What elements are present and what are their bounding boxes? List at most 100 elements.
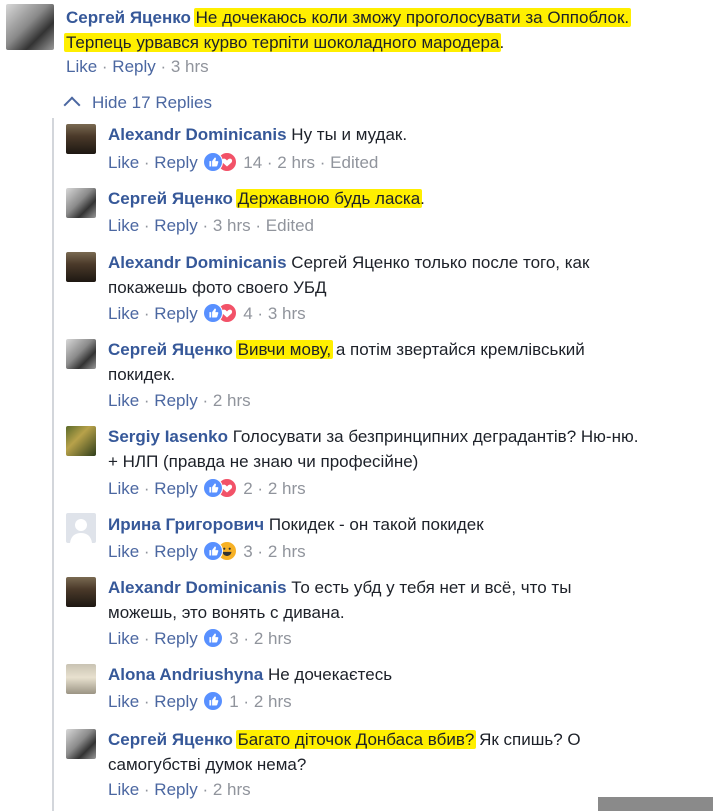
like-link[interactable]: Like xyxy=(108,153,139,172)
highlighted-text: Державною будь ласка xyxy=(235,189,423,208)
reply-link[interactable]: Reply xyxy=(112,57,155,76)
reply-link[interactable]: Reply xyxy=(154,629,197,648)
reaction-count[interactable]: 3 xyxy=(229,629,238,648)
comment-author[interactable]: Ирина Григорович xyxy=(108,515,264,534)
comment-text: + НЛП (правда не знаю чи професійне) xyxy=(108,452,419,471)
like-reaction-icon xyxy=(202,691,223,711)
comment-actions: Like · Reply 3 · 2 hrs xyxy=(108,628,292,648)
avatar[interactable] xyxy=(66,513,96,543)
reply-link[interactable]: Reply xyxy=(154,304,197,323)
comment-text: Ну ты и мудак. xyxy=(291,125,408,144)
timestamp[interactable]: 3 hrs xyxy=(268,304,306,323)
like-link[interactable]: Like xyxy=(108,629,139,648)
avatar[interactable] xyxy=(66,426,96,456)
reactions[interactable] xyxy=(202,152,239,172)
timestamp[interactable]: 2 hrs xyxy=(277,153,315,172)
comment-actions: Like · Reply 2 · 2 hrs xyxy=(108,478,306,498)
highlighted-text: Терпець урвався курво терпіти шоколадног… xyxy=(64,33,502,52)
comment-author[interactable]: Сергей Яценко xyxy=(108,189,233,208)
timestamp[interactable]: 2 hrs xyxy=(254,629,292,648)
comment-actions: Like · Reply 1 · 2 hrs xyxy=(108,691,292,711)
comment-actions: Like · Reply · 3 hrs · Edited xyxy=(108,216,314,235)
reaction-count[interactable]: 2 xyxy=(243,479,252,498)
reply-link[interactable]: Reply xyxy=(154,692,197,711)
comment-actions: Like · Reply 4 · 3 hrs xyxy=(108,303,306,323)
comment-actions: Like · Reply · 2 hrs xyxy=(108,391,251,410)
comment-actions: Like · Reply 14 · 2 hrs · Edited xyxy=(108,152,379,172)
comment-text: самогубстві думок нема? xyxy=(108,755,307,774)
comment-actions: Like · Reply 3 · 2 hrs xyxy=(108,541,306,561)
comment-author[interactable]: Сергей Яценко xyxy=(108,730,233,749)
like-link[interactable]: Like xyxy=(66,57,97,76)
like-link[interactable]: Like xyxy=(108,780,139,799)
reactions[interactable] xyxy=(202,628,225,648)
like-link[interactable]: Like xyxy=(108,479,139,498)
comment-author[interactable]: Сергей Яценко xyxy=(66,8,191,27)
avatar[interactable] xyxy=(66,124,96,154)
timestamp[interactable]: 3 hrs xyxy=(171,57,209,76)
avatar[interactable] xyxy=(66,577,96,607)
comment-text: покажешь фото своего УБД xyxy=(108,278,327,297)
reactions[interactable] xyxy=(202,303,239,323)
comment-text: Голосувати за безпринципних деградантів?… xyxy=(232,427,639,446)
avatar[interactable] xyxy=(66,729,96,759)
reaction-count[interactable]: 1 xyxy=(229,692,238,711)
edited-label[interactable]: Edited xyxy=(266,216,314,235)
reply-link[interactable]: Reply xyxy=(154,542,197,561)
comment-body: Сергей Яценко Вивчи мову, а потім зверта… xyxy=(108,340,585,384)
avatar[interactable] xyxy=(66,339,96,369)
comment-text: Покидек - он такой покидек xyxy=(268,515,484,534)
avatar[interactable] xyxy=(66,664,96,694)
default-avatar-icon xyxy=(70,519,92,543)
comment-author[interactable]: Alexandr Dominicanis xyxy=(108,578,287,597)
timestamp[interactable]: 2 hrs xyxy=(254,692,292,711)
comment-body: Сергей Яценко Багато діточок Донбаса вби… xyxy=(108,730,581,774)
timestamp[interactable]: 3 hrs xyxy=(213,216,251,235)
comment-text: Сергей Яценко только после того, как xyxy=(291,253,590,272)
comment-body: Сергей Яценко Не дочекаюсь коли зможу пр… xyxy=(64,8,632,52)
like-link[interactable]: Like xyxy=(108,391,139,410)
like-reaction-icon xyxy=(202,628,223,648)
like-link[interactable]: Like xyxy=(108,692,139,711)
comment-body: Ирина Григорович Покидек - он такой поки… xyxy=(108,512,708,537)
avatar[interactable] xyxy=(66,188,96,218)
reply-link[interactable]: Reply xyxy=(154,479,197,498)
avatar[interactable] xyxy=(66,252,96,282)
timestamp[interactable]: 2 hrs xyxy=(213,780,251,799)
corner-overlay xyxy=(598,797,713,811)
comment-author[interactable]: Sergiy Iasenko xyxy=(108,427,228,446)
reply-link[interactable]: Reply xyxy=(154,780,197,799)
comment-text: Не дочекаєтесь xyxy=(267,665,393,684)
reply-link[interactable]: Reply xyxy=(154,216,197,235)
reaction-count[interactable]: 3 xyxy=(243,542,252,561)
timestamp[interactable]: 2 hrs xyxy=(268,542,306,561)
timestamp[interactable]: 2 hrs xyxy=(213,391,251,410)
edited-label[interactable]: Edited xyxy=(330,153,378,172)
reply-link[interactable]: Reply xyxy=(154,153,197,172)
highlighted-text: Вивчи мову, xyxy=(235,340,334,359)
highlighted-text: Не дочекаюсь коли зможу проголосувати за… xyxy=(193,8,632,27)
like-reaction-icon xyxy=(202,152,223,172)
comment-author[interactable]: Сергей Яценко xyxy=(108,340,233,359)
reactions[interactable] xyxy=(202,478,239,498)
comment-author[interactable]: Alona Andriushyna xyxy=(108,665,263,684)
reactions[interactable] xyxy=(202,691,225,711)
timestamp[interactable]: 2 hrs xyxy=(268,479,306,498)
reaction-count[interactable]: 14 xyxy=(243,153,262,172)
comment-author[interactable]: Alexandr Dominicanis xyxy=(108,125,287,144)
comment-body: Сергей Яценко Державною будь ласка. xyxy=(108,189,425,208)
highlighted-text: Багато діточок Донбаса вбив? xyxy=(235,730,477,749)
like-link[interactable]: Like xyxy=(108,304,139,323)
comment-body: Alexandr Dominicanis Ну ты и мудак. xyxy=(108,122,708,147)
reactions[interactable] xyxy=(202,541,239,561)
like-link[interactable]: Like xyxy=(108,542,139,561)
hide-replies-button[interactable]: Hide 17 Replies xyxy=(63,92,212,114)
comment-text: То есть убд у тебя нет и всё, что ты xyxy=(291,578,572,597)
reaction-count[interactable]: 4 xyxy=(243,304,252,323)
comment-body: Alona Andriushyna Не дочекаєтесь xyxy=(108,662,708,687)
avatar[interactable] xyxy=(6,4,54,50)
like-link[interactable]: Like xyxy=(108,216,139,235)
reply-link[interactable]: Reply xyxy=(154,391,197,410)
comment-text: можешь, это вонять с дивана. xyxy=(108,603,345,622)
comment-author[interactable]: Alexandr Dominicanis xyxy=(108,253,287,272)
